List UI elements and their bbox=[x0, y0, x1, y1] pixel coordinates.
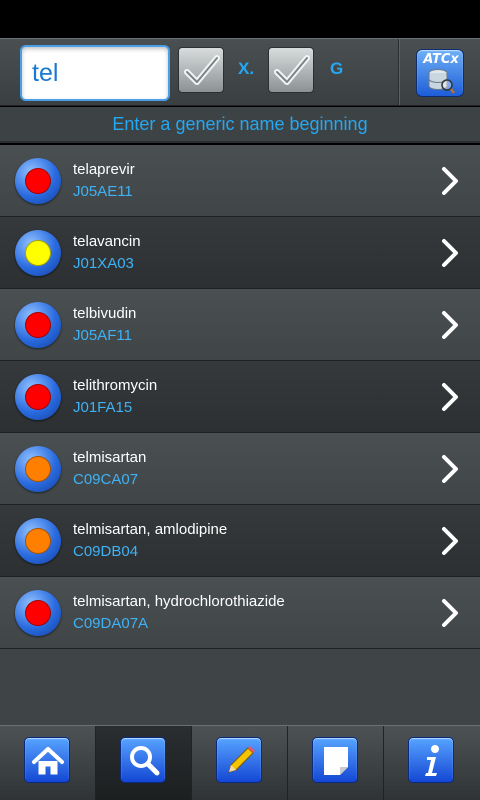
list-item[interactable]: telmisartan, amlodipine C09DB04 bbox=[0, 505, 480, 577]
tab-info[interactable] bbox=[384, 726, 480, 800]
atc-code: C09DA07A bbox=[73, 615, 149, 632]
checkmark-icon bbox=[274, 55, 310, 85]
list-item[interactable]: telmisartan C09CA07 bbox=[0, 433, 480, 505]
status-dot-icon bbox=[15, 446, 61, 492]
x-checkbox[interactable] bbox=[178, 47, 224, 93]
chevron-right-icon bbox=[442, 239, 458, 267]
status-dot-core bbox=[25, 240, 51, 266]
atc-button[interactable]: ATCx bbox=[416, 49, 464, 97]
drug-name: telmisartan, amlodipine bbox=[73, 521, 228, 538]
tab-edit[interactable] bbox=[192, 726, 288, 800]
chevron-right-icon bbox=[442, 455, 458, 483]
atc-code: C09CA07 bbox=[73, 471, 139, 488]
g-option-label: G bbox=[330, 59, 344, 78]
checkmark-icon bbox=[184, 55, 220, 85]
status-dot-icon bbox=[15, 302, 61, 348]
list-item[interactable]: telbivudin J05AF11 bbox=[0, 289, 480, 361]
status-dot-core bbox=[25, 600, 51, 626]
tab-notes[interactable] bbox=[288, 726, 384, 800]
drug-name: telbivudin bbox=[73, 305, 137, 322]
status-dot-icon bbox=[15, 230, 61, 276]
status-dot-core bbox=[25, 456, 51, 482]
list-item[interactable]: telaprevir J05AE11 bbox=[0, 145, 480, 217]
atc-code: J01FA15 bbox=[73, 399, 133, 416]
pencil-icon bbox=[228, 746, 255, 773]
atc-code: J01XA03 bbox=[73, 255, 134, 272]
status-dot-icon bbox=[15, 590, 61, 636]
chevron-right-icon bbox=[442, 599, 458, 627]
home-icon bbox=[32, 747, 64, 775]
search-hint: Enter a generic name beginning bbox=[0, 107, 480, 143]
list-item[interactable]: telithromycin J01FA15 bbox=[0, 361, 480, 433]
drug-name: telmisartan, hydrochlorothiazide bbox=[73, 593, 285, 610]
search-toolbar: X. G ATCx bbox=[0, 38, 480, 106]
chevron-right-icon bbox=[442, 383, 458, 411]
status-dot-core bbox=[25, 384, 51, 410]
atc-code: J05AF11 bbox=[73, 327, 132, 344]
status-dot-core bbox=[25, 168, 51, 194]
g-checkbox[interactable] bbox=[268, 47, 314, 93]
x-option-label: X. bbox=[238, 59, 255, 78]
drug-name: telithromycin bbox=[73, 377, 158, 394]
note-icon bbox=[324, 747, 348, 775]
database-search-icon bbox=[428, 69, 455, 94]
drug-name: telaprevir bbox=[73, 161, 135, 178]
result-list: telaprevir J05AE11 telavancin J01XA03 telbiv… bbox=[0, 145, 480, 649]
chevron-right-icon bbox=[442, 167, 458, 195]
status-dot-icon bbox=[15, 518, 61, 564]
list-item[interactable]: telavancin J01XA03 bbox=[0, 217, 480, 289]
empty-list-area bbox=[0, 649, 480, 725]
atc-button-label: ATCx bbox=[423, 52, 459, 67]
search-icon bbox=[130, 746, 160, 776]
status-bar bbox=[0, 0, 480, 38]
status-dot-core bbox=[25, 312, 51, 338]
tab-bar bbox=[0, 725, 480, 800]
drug-name: telmisartan bbox=[73, 449, 147, 466]
chevron-right-icon bbox=[442, 527, 458, 555]
status-dot-icon bbox=[15, 374, 61, 420]
status-dot-icon bbox=[15, 158, 61, 204]
tab-home[interactable] bbox=[0, 726, 96, 800]
drug-name: telavancin bbox=[73, 233, 141, 250]
atc-code: J05AE11 bbox=[73, 183, 133, 200]
chevron-right-icon bbox=[442, 311, 458, 339]
status-dot-core bbox=[25, 528, 51, 554]
atc-code: C09DB04 bbox=[73, 543, 139, 560]
tab-search[interactable] bbox=[96, 726, 192, 800]
search-input[interactable] bbox=[20, 45, 170, 101]
toolbar-divider bbox=[398, 39, 400, 105]
info-icon bbox=[425, 745, 439, 776]
list-item[interactable]: telmisartan, hydrochlorothiazide C09DA07A bbox=[0, 577, 480, 649]
